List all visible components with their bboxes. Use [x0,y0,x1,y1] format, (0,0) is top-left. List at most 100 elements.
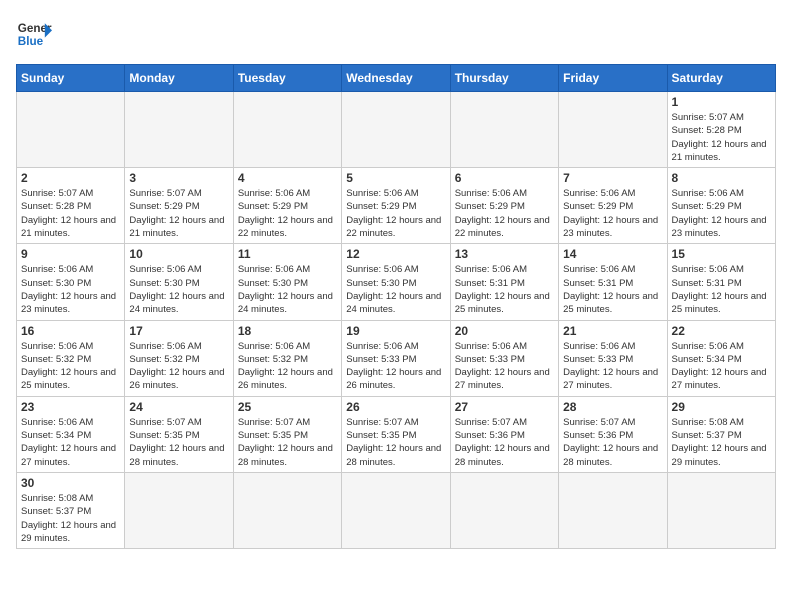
calendar-cell: 16 Sunrise: 5:06 AM Sunset: 5:32 PM Dayli… [17,320,125,396]
calendar-cell: 30Sunrise: 5:08 AM Sunset: 5:37 PM Dayli… [17,472,125,548]
calendar-cell [233,472,341,548]
calendar-cell [17,92,125,168]
calendar-cell: 24 Sunrise: 5:07 AM Sunset: 5:35 PM Dayli… [125,396,233,472]
day-number: 25 [238,400,337,414]
calendar-table: SundayMondayTuesdayWednesdayThursdayFrid… [16,64,776,549]
calendar-header-row: SundayMondayTuesdayWednesdayThursdayFrid… [17,65,776,92]
calendar-cell [450,92,558,168]
day-number: 15 [672,247,771,261]
day-number: 1 [672,95,771,109]
day-header-wednesday: Wednesday [342,65,450,92]
day-info: Sunrise: 5:07 AM Sunset: 5:35 PM Dayligh… [129,416,228,469]
calendar-cell [667,472,775,548]
day-info: Sunrise: 5:08 AM Sunset: 5:37 PM Dayligh… [21,492,120,545]
calendar-cell: 28Sunrise: 5:07 AM Sunset: 5:36 PM Dayli… [559,396,667,472]
calendar-cell: 12 Sunrise: 5:06 AM Sunset: 5:30 PM Dayli… [342,244,450,320]
calendar-cell: 14Sunrise: 5:06 AM Sunset: 5:31 PM Dayli… [559,244,667,320]
day-number: 22 [672,324,771,338]
calendar-cell [559,472,667,548]
day-number: 20 [455,324,554,338]
day-info: Sunrise: 5:06 AM Sunset: 5:31 PM Dayligh… [563,263,662,316]
calendar-week-row: 2 Sunrise: 5:07 AM Sunset: 5:28 PM Daylig… [17,168,776,244]
calendar-cell: 17 Sunrise: 5:06 AM Sunset: 5:32 PM Dayli… [125,320,233,396]
day-number: 19 [346,324,445,338]
day-info: Sunrise: 5:06 AM Sunset: 5:33 PM Dayligh… [455,340,554,393]
day-info: Sunrise: 5:07 AM Sunset: 5:36 PM Dayligh… [563,416,662,469]
day-number: 7 [563,171,662,185]
day-header-monday: Monday [125,65,233,92]
calendar-cell: 29 Sunrise: 5:08 AM Sunset: 5:37 PM Dayli… [667,396,775,472]
day-number: 26 [346,400,445,414]
calendar-week-row: 23Sunrise: 5:06 AM Sunset: 5:34 PM Dayli… [17,396,776,472]
calendar-cell: 6Sunrise: 5:06 AM Sunset: 5:29 PM Daylig… [450,168,558,244]
day-info: Sunrise: 5:06 AM Sunset: 5:30 PM Dayligh… [129,263,228,316]
calendar-cell: 19 Sunrise: 5:06 AM Sunset: 5:33 PM Dayli… [342,320,450,396]
calendar-cell: 2 Sunrise: 5:07 AM Sunset: 5:28 PM Daylig… [17,168,125,244]
day-number: 11 [238,247,337,261]
day-number: 17 [129,324,228,338]
calendar-cell [233,92,341,168]
day-info: Sunrise: 5:07 AM Sunset: 5:28 PM Dayligh… [672,111,771,164]
logo-icon: General Blue [16,16,52,52]
calendar-cell: 26Sunrise: 5:07 AM Sunset: 5:35 PM Dayli… [342,396,450,472]
day-header-sunday: Sunday [17,65,125,92]
day-header-tuesday: Tuesday [233,65,341,92]
day-number: 4 [238,171,337,185]
day-header-thursday: Thursday [450,65,558,92]
day-number: 21 [563,324,662,338]
calendar-week-row: 1 Sunrise: 5:07 AM Sunset: 5:28 PM Daylig… [17,92,776,168]
day-info: Sunrise: 5:07 AM Sunset: 5:29 PM Dayligh… [129,187,228,240]
svg-text:Blue: Blue [18,35,44,48]
day-info: Sunrise: 5:07 AM Sunset: 5:28 PM Dayligh… [21,187,120,240]
day-number: 2 [21,171,120,185]
calendar-cell: 3 Sunrise: 5:07 AM Sunset: 5:29 PM Daylig… [125,168,233,244]
calendar-cell [342,92,450,168]
calendar-cell: 4Sunrise: 5:06 AM Sunset: 5:29 PM Daylig… [233,168,341,244]
day-info: Sunrise: 5:06 AM Sunset: 5:32 PM Dayligh… [238,340,337,393]
calendar-week-row: 16 Sunrise: 5:06 AM Sunset: 5:32 PM Dayli… [17,320,776,396]
calendar-cell: 1 Sunrise: 5:07 AM Sunset: 5:28 PM Daylig… [667,92,775,168]
day-number: 24 [129,400,228,414]
calendar-cell: 23Sunrise: 5:06 AM Sunset: 5:34 PM Dayli… [17,396,125,472]
calendar-cell: 21 Sunrise: 5:06 AM Sunset: 5:33 PM Dayli… [559,320,667,396]
day-number: 27 [455,400,554,414]
day-number: 3 [129,171,228,185]
calendar-cell: 8Sunrise: 5:06 AM Sunset: 5:29 PM Daylig… [667,168,775,244]
calendar-cell [342,472,450,548]
day-info: Sunrise: 5:06 AM Sunset: 5:31 PM Dayligh… [672,263,771,316]
day-info: Sunrise: 5:06 AM Sunset: 5:32 PM Dayligh… [129,340,228,393]
day-number: 29 [672,400,771,414]
day-number: 18 [238,324,337,338]
day-info: Sunrise: 5:06 AM Sunset: 5:34 PM Dayligh… [672,340,771,393]
calendar-cell: 9Sunrise: 5:06 AM Sunset: 5:30 PM Daylig… [17,244,125,320]
day-info: Sunrise: 5:06 AM Sunset: 5:30 PM Dayligh… [346,263,445,316]
calendar-cell: 27 Sunrise: 5:07 AM Sunset: 5:36 PM Dayli… [450,396,558,472]
calendar-cell: 22 Sunrise: 5:06 AM Sunset: 5:34 PM Dayli… [667,320,775,396]
calendar-cell [450,472,558,548]
day-number: 5 [346,171,445,185]
calendar-cell [125,472,233,548]
day-header-saturday: Saturday [667,65,775,92]
day-number: 10 [129,247,228,261]
day-header-friday: Friday [559,65,667,92]
calendar-cell: 15 Sunrise: 5:06 AM Sunset: 5:31 PM Dayli… [667,244,775,320]
day-info: Sunrise: 5:06 AM Sunset: 5:33 PM Dayligh… [563,340,662,393]
day-info: Sunrise: 5:07 AM Sunset: 5:36 PM Dayligh… [455,416,554,469]
calendar-week-row: 30Sunrise: 5:08 AM Sunset: 5:37 PM Dayli… [17,472,776,548]
day-number: 16 [21,324,120,338]
day-info: Sunrise: 5:08 AM Sunset: 5:37 PM Dayligh… [672,416,771,469]
calendar-cell: 18 Sunrise: 5:06 AM Sunset: 5:32 PM Dayli… [233,320,341,396]
logo: General Blue [16,16,52,52]
calendar-cell: 10 Sunrise: 5:06 AM Sunset: 5:30 PM Dayli… [125,244,233,320]
calendar-cell: 20 Sunrise: 5:06 AM Sunset: 5:33 PM Dayli… [450,320,558,396]
day-number: 12 [346,247,445,261]
day-info: Sunrise: 5:06 AM Sunset: 5:34 PM Dayligh… [21,416,120,469]
day-info: Sunrise: 5:06 AM Sunset: 5:29 PM Dayligh… [346,187,445,240]
day-info: Sunrise: 5:06 AM Sunset: 5:33 PM Dayligh… [346,340,445,393]
day-number: 9 [21,247,120,261]
calendar-cell: 25Sunrise: 5:07 AM Sunset: 5:35 PM Dayli… [233,396,341,472]
calendar-cell: 11Sunrise: 5:06 AM Sunset: 5:30 PM Dayli… [233,244,341,320]
calendar-cell: 7Sunrise: 5:06 AM Sunset: 5:29 PM Daylig… [559,168,667,244]
day-info: Sunrise: 5:06 AM Sunset: 5:29 PM Dayligh… [672,187,771,240]
day-info: Sunrise: 5:06 AM Sunset: 5:32 PM Dayligh… [21,340,120,393]
